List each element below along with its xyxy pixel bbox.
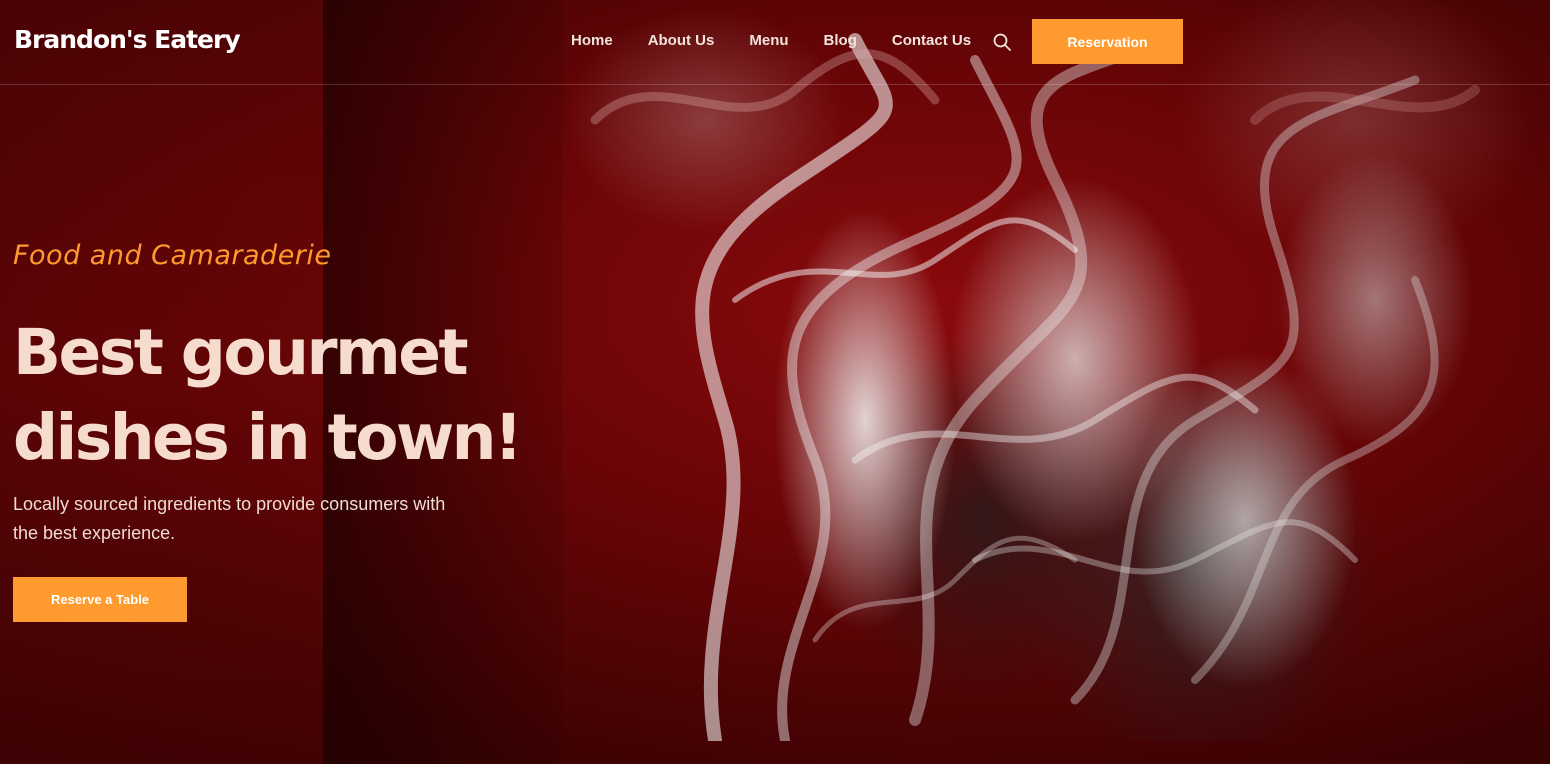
reservation-button[interactable]: Reservation xyxy=(1032,19,1183,64)
hero-smoke-image xyxy=(555,0,1550,741)
nav-contact-us[interactable]: Contact Us xyxy=(892,32,971,49)
nav-about-us[interactable]: About Us xyxy=(648,32,715,49)
site-logo[interactable]: Brandon's Eatery xyxy=(14,25,241,54)
headline-line-2: dishes in town! xyxy=(13,401,523,475)
nav-blog[interactable]: Blog xyxy=(824,32,857,49)
search-icon[interactable] xyxy=(993,33,1011,51)
hero-tagline: Food and Camaraderie xyxy=(13,240,332,271)
hero-headline: Best gourmet dishes in town! xyxy=(13,310,573,480)
nav-home[interactable]: Home xyxy=(571,32,613,49)
smoke-swirls xyxy=(590,24,1480,741)
headline-line-1: Best gourmet xyxy=(13,316,469,389)
nav-menu[interactable]: Menu xyxy=(749,32,788,49)
site-header: Brandon's Eatery Home About Us Menu Blog… xyxy=(0,0,1550,85)
page: Brandon's Eatery Home About Us Menu Blog… xyxy=(0,0,1550,764)
reserve-table-button[interactable]: Reserve a Table xyxy=(13,577,187,622)
hero-description: Locally sourced ingredients to provide c… xyxy=(13,494,446,543)
main-nav: Home About Us Menu Blog Contact Us xyxy=(571,32,1006,49)
